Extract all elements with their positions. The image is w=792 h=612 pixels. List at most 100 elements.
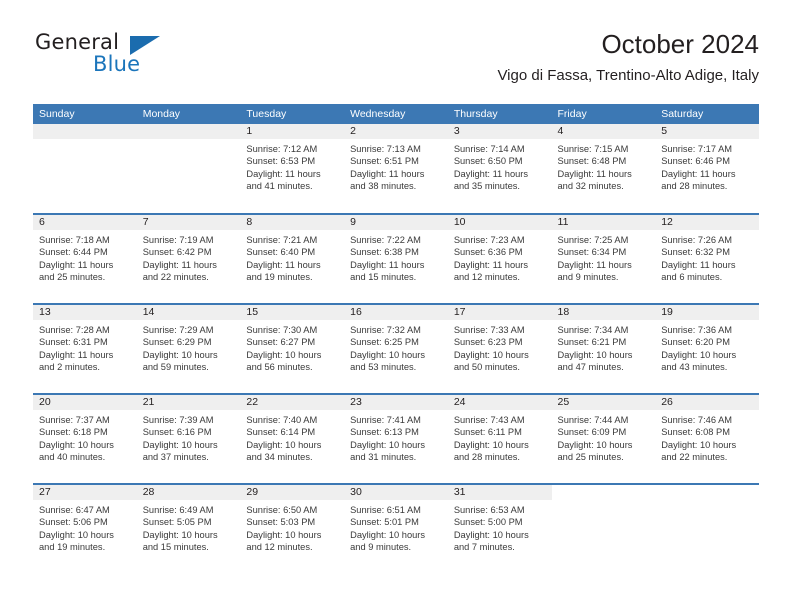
- calendar-week-row: 1 Sunrise: 7:12 AM Sunset: 6:53 PM Daylight…: [33, 124, 759, 214]
- sunset-text: Sunset: 6:46 PM: [661, 156, 730, 167]
- sunset-text: Sunset: 6:31 PM: [39, 337, 108, 348]
- daylight-text-line1: Daylight: 10 hours: [350, 349, 426, 360]
- daylight-text-line2: and 22 minutes.: [142, 272, 209, 283]
- day-details: Sunrise: 7:14 AM Sunset: 6:50 PM Daylight:…: [448, 139, 552, 193]
- calendar-day-cell[interactable]: 12 Sunrise: 7:26 AM Sunset: 6:32 PM Dayligh…: [655, 213, 759, 304]
- daylight-text-line2: and 7 minutes.: [453, 542, 515, 553]
- daylight-text-line1: Daylight: 10 hours: [557, 439, 633, 450]
- brand-name-general: General: [35, 30, 120, 54]
- daylight-text-line1: Daylight: 11 hours: [453, 259, 529, 270]
- sunset-text: Sunset: 6:27 PM: [246, 337, 316, 348]
- sunset-text: Sunset: 6:36 PM: [453, 247, 523, 258]
- calendar-day-cell[interactable]: 11 Sunrise: 7:25 AM Sunset: 6:34 PM Dayligh…: [551, 213, 656, 304]
- daylight-text-line2: and 22 minutes.: [661, 452, 728, 463]
- sunset-text: Sunset: 5:03 PM: [246, 517, 316, 528]
- daylight-text-line2: and 47 minutes.: [557, 362, 624, 373]
- day-number: 10: [447, 215, 552, 230]
- sunset-text: Sunset: 6:51 PM: [350, 156, 419, 167]
- daylight-text-line1: Daylight: 11 hours: [142, 259, 217, 270]
- calendar-day-cell[interactable]: 17 Sunrise: 7:33 AM Sunset: 6:23 PM Dayligh…: [447, 303, 552, 394]
- calendar-day-cell[interactable]: 29 Sunrise: 6:50 AM Sunset: 5:03 PM Dayligh…: [240, 483, 345, 574]
- calendar-day-cell[interactable]: 10 Sunrise: 7:23 AM Sunset: 6:36 PM Dayligh…: [447, 213, 552, 304]
- sunset-text: Sunset: 5:00 PM: [453, 517, 523, 528]
- sunset-text: Sunset: 6:21 PM: [557, 337, 627, 348]
- day-details: Sunrise: 7:30 AM Sunset: 6:27 PM Daylight:…: [240, 320, 344, 374]
- weekday-header-row: Sunday Monday Tuesday Wednesday Thursday…: [33, 104, 759, 124]
- daylight-text-line2: and 15 minutes.: [350, 272, 417, 283]
- calendar-day-cell[interactable]: 19 Sunrise: 7:36 AM Sunset: 6:20 PM Dayligh…: [655, 303, 759, 394]
- day-number: 26: [655, 395, 759, 410]
- day-number: [551, 485, 656, 500]
- calendar-day-cell[interactable]: 7 Sunrise: 7:19 AM Sunset: 6:42 PM Daylight…: [136, 213, 241, 304]
- day-details: Sunrise: 7:32 AM Sunset: 6:25 PM Daylight:…: [344, 320, 448, 374]
- sunrise-text: Sunrise: 6:49 AM: [142, 505, 214, 515]
- day-number: 9: [344, 215, 448, 230]
- day-details: Sunrise: 7:12 AM Sunset: 6:53 PM Daylight:…: [240, 139, 344, 193]
- daylight-text-line2: and 37 minutes.: [142, 452, 209, 463]
- daylight-text-line1: Daylight: 10 hours: [453, 529, 529, 540]
- day-number: 6: [33, 215, 137, 230]
- day-number: 18: [551, 305, 656, 320]
- calendar-day-cell[interactable]: 15 Sunrise: 7:30 AM Sunset: 6:27 PM Dayligh…: [240, 303, 345, 394]
- calendar-day-cell[interactable]: 25 Sunrise: 7:44 AM Sunset: 6:09 PM Dayligh…: [551, 393, 656, 484]
- calendar-day-cell[interactable]: 30 Sunrise: 6:51 AM Sunset: 5:01 PM Dayligh…: [344, 483, 448, 574]
- calendar-day-cell[interactable]: 6 Sunrise: 7:18 AM Sunset: 6:44 PM Daylight…: [33, 213, 137, 304]
- daylight-text-line1: Daylight: 11 hours: [453, 168, 529, 179]
- day-details: Sunrise: 6:47 AM Sunset: 5:06 PM Daylight:…: [33, 500, 137, 554]
- calendar-day-cell[interactable]: 28 Sunrise: 6:49 AM Sunset: 5:05 PM Dayligh…: [136, 483, 241, 574]
- day-details: Sunrise: 7:37 AM Sunset: 6:18 PM Daylight:…: [33, 410, 137, 464]
- day-number: 13: [33, 305, 137, 320]
- sunrise-text: Sunrise: 7:13 AM: [350, 144, 421, 154]
- daylight-text-line2: and 9 minutes.: [350, 542, 412, 553]
- day-details: Sunrise: 7:21 AM Sunset: 6:40 PM Daylight:…: [240, 230, 344, 284]
- day-number: 25: [551, 395, 656, 410]
- daylight-text-line1: Daylight: 11 hours: [661, 259, 736, 270]
- weekday-header-sunday: Sunday: [33, 104, 137, 124]
- sunrise-text: Sunrise: 7:44 AM: [557, 415, 629, 425]
- sunrise-text: Sunrise: 7:14 AM: [453, 144, 525, 154]
- calendar-day-cell[interactable]: 21 Sunrise: 7:39 AM Sunset: 6:16 PM Dayligh…: [136, 393, 241, 484]
- calendar-day-cell[interactable]: 27 Sunrise: 6:47 AM Sunset: 5:06 PM Dayligh…: [33, 483, 137, 574]
- daylight-text-line1: Daylight: 10 hours: [39, 529, 114, 540]
- calendar-day-cell[interactable]: 23 Sunrise: 7:41 AM Sunset: 6:13 PM Dayligh…: [344, 393, 448, 484]
- daylight-text-line1: Daylight: 10 hours: [661, 349, 737, 360]
- day-number: [136, 124, 241, 139]
- calendar-day-cell[interactable]: 2 Sunrise: 7:13 AM Sunset: 6:51 PM Daylight…: [344, 124, 448, 214]
- calendar-head: Sunday Monday Tuesday Wednesday Thursday…: [33, 104, 759, 124]
- daylight-text-line2: and 9 minutes.: [557, 272, 619, 283]
- calendar-cell-empty: [551, 483, 656, 574]
- day-number: 14: [136, 305, 241, 320]
- calendar-day-cell[interactable]: 3 Sunrise: 7:14 AM Sunset: 6:50 PM Daylight…: [447, 124, 552, 214]
- daylight-text-line1: Daylight: 11 hours: [246, 168, 321, 179]
- sunset-text: Sunset: 6:16 PM: [142, 427, 212, 438]
- calendar-day-cell[interactable]: 18 Sunrise: 7:34 AM Sunset: 6:21 PM Dayligh…: [551, 303, 656, 394]
- calendar-day-cell[interactable]: 20 Sunrise: 7:37 AM Sunset: 6:18 PM Dayligh…: [33, 393, 137, 484]
- calendar-day-cell[interactable]: 24 Sunrise: 7:43 AM Sunset: 6:11 PM Dayligh…: [447, 393, 552, 484]
- calendar-day-cell[interactable]: 9 Sunrise: 7:22 AM Sunset: 6:38 PM Daylight…: [344, 213, 448, 304]
- day-number: 24: [447, 395, 552, 410]
- day-number: 5: [655, 124, 759, 139]
- calendar-day-cell[interactable]: 22 Sunrise: 7:40 AM Sunset: 6:14 PM Dayligh…: [240, 393, 345, 484]
- calendar-day-cell[interactable]: 5 Sunrise: 7:17 AM Sunset: 6:46 PM Daylight…: [655, 124, 759, 214]
- calendar-day-cell[interactable]: 31 Sunrise: 6:53 AM Sunset: 5:00 PM Dayligh…: [447, 483, 552, 574]
- daylight-text-line1: Daylight: 11 hours: [246, 259, 321, 270]
- calendar-day-cell[interactable]: 1 Sunrise: 7:12 AM Sunset: 6:53 PM Daylight…: [240, 124, 345, 214]
- calendar-week-row: 27 Sunrise: 6:47 AM Sunset: 5:06 PM Dayligh…: [33, 483, 759, 574]
- calendar-day-cell[interactable]: 4 Sunrise: 7:15 AM Sunset: 6:48 PM Daylight…: [551, 124, 656, 214]
- day-number: 7: [136, 215, 241, 230]
- day-number: 27: [33, 485, 137, 500]
- sunset-text: Sunset: 6:44 PM: [39, 247, 108, 258]
- calendar-day-cell[interactable]: 8 Sunrise: 7:21 AM Sunset: 6:40 PM Daylight…: [240, 213, 345, 304]
- calendar-day-cell[interactable]: 26 Sunrise: 7:46 AM Sunset: 6:08 PM Dayligh…: [655, 393, 759, 484]
- daylight-text-line2: and 15 minutes.: [142, 542, 209, 553]
- day-details: Sunrise: 7:41 AM Sunset: 6:13 PM Daylight:…: [344, 410, 448, 464]
- day-number: 1: [240, 124, 345, 139]
- sunrise-text: Sunrise: 6:50 AM: [246, 505, 318, 515]
- brand-logo[interactable]: General Blue: [33, 28, 233, 84]
- day-number: 4: [551, 124, 656, 139]
- calendar-day-cell[interactable]: 13 Sunrise: 7:28 AM Sunset: 6:31 PM Dayligh…: [33, 303, 137, 394]
- calendar-day-cell[interactable]: 16 Sunrise: 7:32 AM Sunset: 6:25 PM Dayligh…: [344, 303, 448, 394]
- calendar-day-cell[interactable]: 14 Sunrise: 7:29 AM Sunset: 6:29 PM Dayligh…: [136, 303, 241, 394]
- brand-name-blue: Blue: [93, 52, 141, 76]
- sunrise-text: Sunrise: 7:33 AM: [453, 325, 525, 335]
